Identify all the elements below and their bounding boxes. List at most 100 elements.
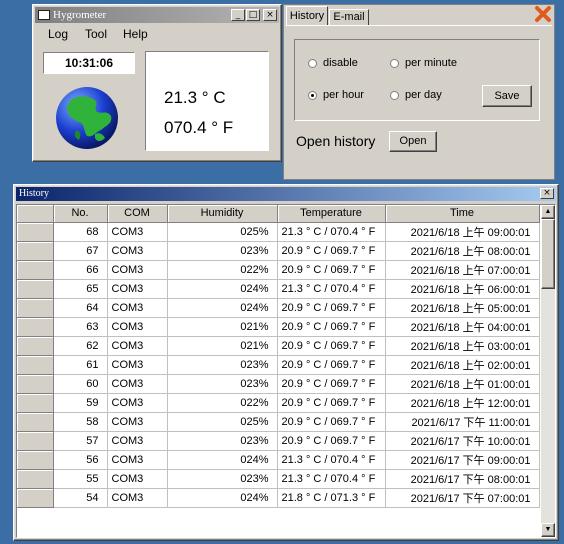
close-button[interactable]: × (263, 9, 277, 21)
cell-temperature: 21.3 ° C / 070.4 ° F (277, 279, 386, 299)
table-row[interactable]: 61 COM3 023% 20.9 ° C / 069.7 ° F 2021/6/18 … (17, 355, 540, 375)
cell-temperature: 20.9 ° C / 069.7 ° F (277, 355, 386, 375)
cell-humidity: 025% (167, 222, 278, 242)
table-row[interactable]: 59 COM3 022% 20.9 ° C / 069.7 ° F 2021/6/18 … (17, 393, 540, 413)
cell-com: COM3 (107, 412, 168, 432)
tab-email[interactable]: E-mail (329, 9, 369, 26)
table-row[interactable]: 67 COM3 023% 20.9 ° C / 069.7 ° F 2021/6/18 … (17, 241, 540, 261)
tab-history[interactable]: History (286, 6, 328, 26)
row-selector[interactable] (17, 298, 54, 318)
row-selector[interactable] (17, 469, 54, 489)
row-selector[interactable] (17, 222, 54, 242)
cell-time: 2021/6/17 下午 07:00:01 (385, 488, 540, 508)
row-selector[interactable] (17, 355, 54, 375)
cell-time: 2021/6/18 上午 04:00:01 (385, 317, 540, 337)
hygrometer-title: Hygrometer (53, 9, 107, 21)
table-row[interactable]: 62 COM3 021% 20.9 ° C / 069.7 ° F 2021/6/18 … (17, 336, 540, 356)
row-selector[interactable] (17, 450, 54, 470)
save-button[interactable]: Save (482, 85, 532, 107)
cell-temperature: 20.9 ° C / 069.7 ° F (277, 260, 386, 280)
cell-com: COM3 (107, 469, 168, 489)
cell-humidity: 023% (167, 374, 278, 394)
cell-time: 2021/6/18 上午 09:00:01 (385, 222, 540, 242)
cell-no: 68 (53, 222, 108, 242)
cell-temperature: 21.3 ° C / 070.4 ° F (277, 450, 386, 470)
minimize-button[interactable]: _ (231, 9, 245, 21)
open-button[interactable]: Open (389, 131, 437, 152)
row-selector[interactable] (17, 260, 54, 280)
cell-com: COM3 (107, 279, 168, 299)
row-selector[interactable] (17, 317, 54, 337)
reading-panel: 21.3 ° C 070.4 ° F (145, 51, 269, 151)
menu-log[interactable]: Log (48, 27, 68, 41)
cell-com: COM3 (107, 241, 168, 261)
table-row[interactable]: 64 COM3 024% 20.9 ° C / 069.7 ° F 2021/6/18 … (17, 298, 540, 318)
cell-time: 2021/6/18 上午 12:00:01 (385, 393, 540, 413)
scroll-thumb[interactable] (541, 219, 555, 289)
row-selector[interactable] (17, 279, 54, 299)
row-selector[interactable] (17, 412, 54, 432)
col-temperature-header[interactable]: Temperature (277, 205, 386, 223)
table-row[interactable]: 66 COM3 022% 20.9 ° C / 069.7 ° F 2021/6/18 … (17, 260, 540, 280)
vertical-scrollbar[interactable]: ▲ ▼ (541, 205, 555, 537)
radio-per-day-label: per day (405, 89, 442, 101)
cell-com: COM3 (107, 222, 168, 242)
save-button-label: Save (494, 90, 520, 102)
row-selector[interactable] (17, 374, 54, 394)
menu-tool[interactable]: Tool (85, 27, 107, 41)
table-row[interactable]: 54 COM3 024% 21.8 ° C / 071.3 ° F 2021/6/17 … (17, 488, 540, 508)
cell-time: 2021/6/18 上午 06:00:01 (385, 279, 540, 299)
radio-per-minute-label: per minute (405, 57, 457, 69)
history-close-button[interactable]: × (540, 188, 554, 199)
cell-humidity: 022% (167, 393, 278, 413)
temperature-fahrenheit: 070.4 ° F (164, 118, 234, 137)
cell-no: 60 (53, 374, 108, 394)
scroll-down-button[interactable]: ▼ (541, 523, 555, 537)
radio-per-hour[interactable] (308, 91, 317, 100)
table-row[interactable]: 58 COM3 025% 20.9 ° C / 069.7 ° F 2021/6/17 … (17, 412, 540, 432)
cell-no: 57 (53, 431, 108, 451)
scroll-up-button[interactable]: ▲ (541, 205, 555, 219)
maximize-button[interactable]: □ (246, 9, 260, 21)
cell-humidity: 024% (167, 488, 278, 508)
table-row[interactable]: 65 COM3 024% 21.3 ° C / 070.4 ° F 2021/6/18 … (17, 279, 540, 299)
menu-help[interactable]: Help (123, 27, 148, 41)
table-row[interactable]: 68 COM3 025% 21.3 ° C / 070.4 ° F 2021/6/18 … (17, 222, 540, 242)
globe-icon (55, 86, 119, 150)
cell-temperature: 21.3 ° C / 070.4 ° F (277, 469, 386, 489)
cell-temperature: 20.9 ° C / 069.7 ° F (277, 393, 386, 413)
radio-per-minute[interactable] (390, 59, 399, 68)
table-row[interactable]: 60 COM3 023% 20.9 ° C / 069.7 ° F 2021/6/18 … (17, 374, 540, 394)
cell-no: 56 (53, 450, 108, 470)
history-titlebar[interactable]: History × (16, 187, 556, 201)
cell-no: 59 (53, 393, 108, 413)
cell-humidity: 023% (167, 241, 278, 261)
col-no-header[interactable]: No. (53, 205, 108, 223)
cell-no: 54 (53, 488, 108, 508)
cell-no: 67 (53, 241, 108, 261)
cell-humidity: 024% (167, 298, 278, 318)
cell-temperature: 20.9 ° C / 069.7 ° F (277, 431, 386, 451)
col-humidity-header[interactable]: Humidity (167, 205, 278, 223)
radio-per-hour-label: per hour (323, 89, 364, 101)
close-x-icon[interactable] (534, 5, 552, 23)
table-row[interactable]: 63 COM3 021% 20.9 ° C / 069.7 ° F 2021/6/18 … (17, 317, 540, 337)
hygrometer-titlebar[interactable]: Hygrometer _ □ × (35, 7, 279, 23)
radio-per-day[interactable] (390, 91, 399, 100)
history-table: No. COM Humidity Temperature Time 68 COM3… (17, 205, 540, 508)
row-selector[interactable] (17, 336, 54, 356)
radio-disable[interactable] (308, 59, 317, 68)
cell-no: 64 (53, 298, 108, 318)
cell-time: 2021/6/17 下午 08:00:01 (385, 469, 540, 489)
table-row[interactable]: 55 COM3 023% 21.3 ° C / 070.4 ° F 2021/6/17 … (17, 469, 540, 489)
row-selector[interactable] (17, 241, 54, 261)
row-selector[interactable] (17, 393, 54, 413)
row-selector[interactable] (17, 488, 54, 508)
table-header-row: No. COM Humidity Temperature Time (17, 205, 540, 223)
table-row[interactable]: 57 COM3 023% 20.9 ° C / 069.7 ° F 2021/6/17 … (17, 431, 540, 451)
row-selector[interactable] (17, 431, 54, 451)
col-com-header[interactable]: COM (107, 205, 168, 223)
col-time-header[interactable]: Time (385, 205, 540, 223)
history-grid: No. COM Humidity Temperature Time 68 COM3… (16, 204, 556, 538)
table-row[interactable]: 56 COM3 024% 21.3 ° C / 070.4 ° F 2021/6/17 … (17, 450, 540, 470)
